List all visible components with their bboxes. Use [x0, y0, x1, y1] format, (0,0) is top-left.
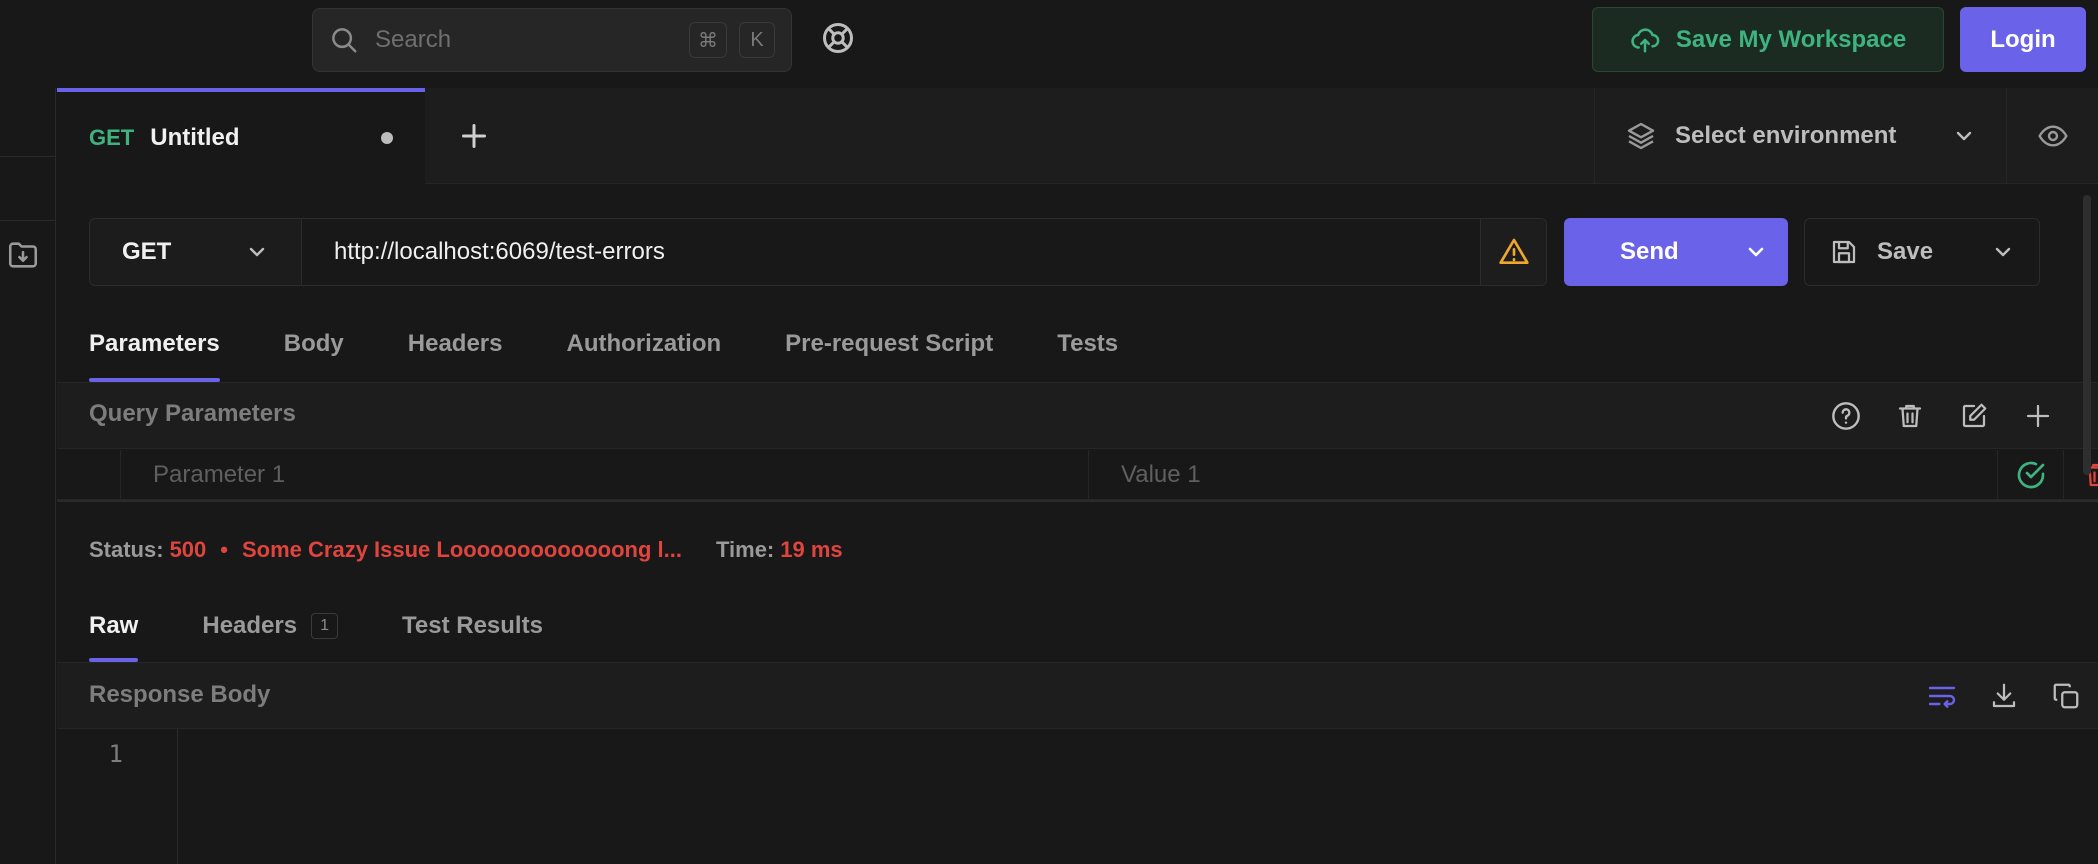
chevron-down-icon[interactable]: [1744, 240, 1768, 264]
tab-response-headers[interactable]: Headers 1: [202, 612, 338, 662]
url-input[interactable]: http://localhost:6069/test-errors: [302, 219, 1480, 285]
search-placeholder: Search: [375, 26, 452, 53]
scrollbar-thumb[interactable]: [2083, 195, 2091, 475]
tab-title: Untitled: [150, 124, 240, 151]
status-code: 500: [169, 537, 207, 562]
query-parameters-title: Query Parameters: [89, 400, 296, 427]
save-workspace-label: Save My Workspace: [1675, 25, 1907, 53]
drag-handle[interactable]: [57, 450, 121, 500]
eye-icon[interactable]: [2006, 88, 2098, 184]
trash-icon[interactable]: [1890, 396, 1930, 436]
check-circle-icon[interactable]: [1998, 450, 2064, 500]
warning-icon[interactable]: [1480, 219, 1546, 285]
save-button[interactable]: Save: [1804, 218, 2040, 286]
status-label: Status:: [89, 537, 164, 562]
tab-body[interactable]: Body: [284, 330, 344, 382]
count-badge: 1: [311, 613, 338, 639]
response-body-title: Response Body: [89, 681, 271, 708]
parameter-value-input[interactable]: Value 1: [1089, 450, 1998, 500]
status-bullet: •: [220, 537, 228, 562]
tab-label: Test Results: [402, 612, 543, 639]
shortcut-key-k: K: [739, 22, 775, 58]
download-icon[interactable]: [1984, 676, 2024, 716]
line-number: 1: [108, 740, 123, 768]
scrollbar[interactable]: [2081, 195, 2093, 500]
tab-authorization[interactable]: Authorization: [567, 330, 722, 382]
help-circle-icon[interactable]: [1826, 396, 1866, 436]
floppy-disk-icon: [1829, 237, 1859, 267]
tab-label: Raw: [89, 612, 139, 639]
request-tab[interactable]: GET Untitled: [57, 88, 425, 184]
chevron-down-icon: [245, 240, 269, 264]
parameter-row: Parameter 1 Value 1: [57, 450, 2098, 500]
request-bar: GET http://localhost:6069/test-errors: [89, 218, 1547, 286]
response-body-header: [57, 663, 2098, 729]
method-select[interactable]: GET: [90, 219, 302, 285]
time-label: Time:: [715, 537, 775, 562]
method-label: GET: [122, 238, 172, 265]
save-label: Save: [1877, 238, 1934, 265]
unsaved-dot-icon[interactable]: [381, 132, 393, 144]
send-button[interactable]: Send: [1564, 218, 1788, 286]
left-rail: [0, 88, 56, 864]
tab-pre-request-script[interactable]: Pre-request Script: [785, 330, 993, 382]
tab-parameters[interactable]: Parameters: [89, 330, 220, 382]
tab-method: GET: [89, 125, 135, 150]
folder-download-icon[interactable]: [6, 238, 40, 272]
layers-icon: [1625, 120, 1657, 152]
copy-icon[interactable]: [2046, 676, 2086, 716]
new-tab-plus-icon[interactable]: [456, 118, 492, 154]
query-parameters-actions: [1826, 396, 2058, 436]
time-value: 19 ms: [780, 537, 843, 562]
send-label: Send: [1620, 238, 1679, 265]
chevron-down-icon[interactable]: [1991, 240, 2015, 264]
save-workspace-button[interactable]: Save My Workspace: [1592, 7, 1944, 72]
tab-raw[interactable]: Raw: [89, 612, 139, 662]
tab-tests[interactable]: Tests: [1057, 330, 1118, 382]
search-box[interactable]: Search ⌘ K: [312, 8, 792, 72]
search-icon: [329, 25, 359, 55]
response-tabs: Raw Headers 1 Test Results: [89, 612, 543, 662]
wrap-lines-icon[interactable]: [1922, 676, 1962, 716]
response-status: Status: 500 • Some Crazy Issue Loooooooo…: [89, 537, 843, 563]
shortcut-key-cmd: ⌘: [689, 22, 727, 58]
rail-divider: [0, 156, 56, 157]
environment-label: Select environment: [1675, 122, 1897, 149]
tab-headers[interactable]: Headers: [408, 330, 503, 382]
status-text: Some Crazy Issue Looooooooooooong l...: [241, 537, 682, 562]
plus-icon[interactable]: [2018, 396, 2058, 436]
chevron-down-icon: [1952, 124, 1976, 148]
request-tabs: Parameters Body Headers Authorization Pr…: [89, 330, 1118, 382]
parameter-key-input[interactable]: Parameter 1: [121, 450, 1089, 500]
tab-label: Headers: [202, 612, 298, 639]
query-parameters-header: [57, 383, 2098, 449]
edit-icon[interactable]: [1954, 396, 1994, 436]
lifebuoy-icon[interactable]: [820, 20, 860, 60]
tab-test-results[interactable]: Test Results: [402, 612, 543, 662]
cloud-upload-icon: [1630, 25, 1660, 55]
login-button[interactable]: Login: [1960, 7, 2086, 72]
panel-resize-divider[interactable]: [57, 500, 2098, 502]
environment-selector[interactable]: Select environment: [1594, 88, 2006, 184]
rail-divider: [0, 220, 56, 221]
response-body-actions: [1922, 676, 2086, 716]
